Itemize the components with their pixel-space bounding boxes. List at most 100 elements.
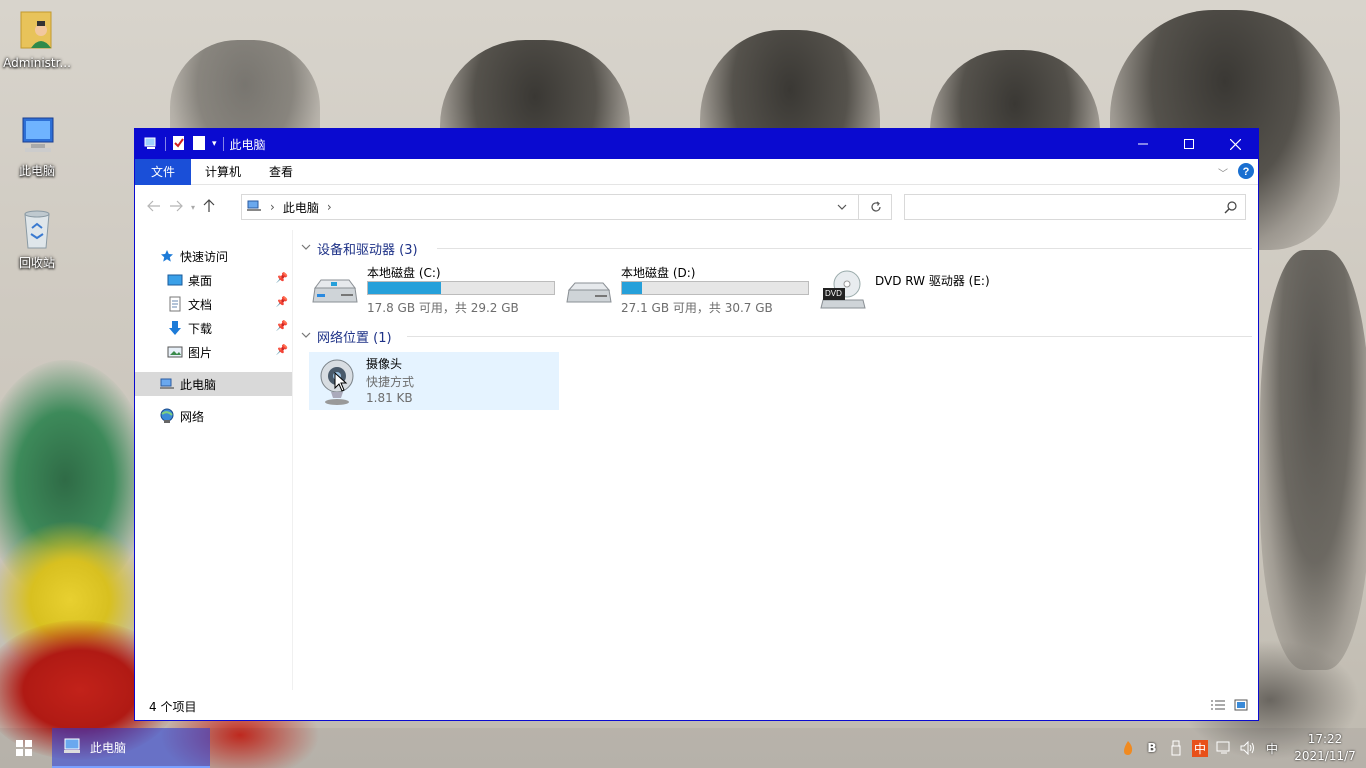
recent-locations-icon[interactable]: ▾ xyxy=(191,203,195,212)
breadcrumb-chevron-icon[interactable]: › xyxy=(327,200,332,214)
drive-space-info: 17.8 GB 可用，共 29.2 GB xyxy=(367,301,519,315)
close-button[interactable] xyxy=(1212,129,1258,159)
pin-icon[interactable]: 📌 xyxy=(276,297,288,308)
this-pc-address-icon xyxy=(246,199,262,216)
sidebar-item-label: 此电脑 xyxy=(180,377,217,392)
system-tray: B 中 中 17:22 2021/11/7 xyxy=(1116,728,1366,768)
drive-name: DVD RW 驱动器 (E:) xyxy=(875,274,990,288)
sidebar-item-quick-access[interactable]: 快速访问 xyxy=(135,244,292,268)
sidebar-item-pictures[interactable]: 图片 📌 xyxy=(135,340,292,364)
taskbar-app-label: 此电脑 xyxy=(90,740,127,755)
desktop-icon-user-folder[interactable]: Administr... xyxy=(0,8,74,70)
properties-icon[interactable] xyxy=(172,135,186,154)
start-button[interactable] xyxy=(0,728,48,768)
content-pane: 设备和驱动器 (3) 本地磁盘 (C:) 17.8 GB 可用，共 29.2 G… xyxy=(295,230,1258,690)
flame-icon[interactable] xyxy=(1116,740,1140,756)
separator xyxy=(222,137,224,151)
separator xyxy=(165,137,166,151)
help-icon[interactable]: ? xyxy=(1238,163,1254,182)
windows-logo-icon xyxy=(16,740,32,756)
desktop-icon-label: 此电脑 xyxy=(18,164,55,178)
expand-ribbon-icon[interactable]: ﹀ xyxy=(1218,165,1228,180)
maximize-button[interactable] xyxy=(1166,129,1212,159)
this-pc-small-icon[interactable] xyxy=(143,135,159,154)
address-dropdown-icon[interactable] xyxy=(837,200,847,214)
dvd-badge: DVD xyxy=(825,289,842,298)
volume-icon[interactable] xyxy=(1236,741,1260,755)
item-type: 快捷方式 xyxy=(366,375,415,389)
pin-icon[interactable]: 📌 xyxy=(276,321,288,332)
pin-icon[interactable]: 📌 xyxy=(276,273,288,284)
desktop-icon-label: 回收站 xyxy=(18,256,55,270)
up-button[interactable] xyxy=(203,198,215,216)
desktop-icon-label: Administr... xyxy=(3,56,71,70)
forward-button[interactable] xyxy=(169,200,183,215)
customize-quick-access-icon[interactable]: ▾ xyxy=(212,139,217,149)
collapse-chevron-icon[interactable] xyxy=(301,331,311,342)
breadcrumb-chevron-icon[interactable]: › xyxy=(270,200,275,214)
large-icons-view-icon[interactable] xyxy=(1234,699,1248,714)
search-box[interactable] xyxy=(904,194,1246,220)
item-name: 摄像头 xyxy=(366,357,403,371)
pictures-icon xyxy=(167,344,183,360)
pin-icon[interactable]: 📌 xyxy=(276,345,288,356)
item-size: 1.81 KB xyxy=(366,391,413,405)
clock-date: 2021/11/7 xyxy=(1294,749,1356,763)
network-globe-icon xyxy=(159,408,175,424)
window-title: 此电脑 xyxy=(229,137,266,152)
address-bar[interactable]: › 此电脑 › xyxy=(241,194,892,220)
desktop-icon-recycle-bin[interactable]: 回收站 xyxy=(0,206,74,271)
details-view-icon[interactable] xyxy=(1210,699,1226,714)
input-language[interactable]: 中 xyxy=(1260,740,1284,757)
navigation-bar: ▾ › 此电脑 › xyxy=(135,185,1258,229)
sidebar-item-documents[interactable]: 文档 📌 xyxy=(135,292,292,316)
tab-view[interactable]: 查看 xyxy=(255,159,307,185)
sidebar-item-this-pc[interactable]: 此电脑 xyxy=(135,372,292,396)
minimize-button[interactable] xyxy=(1120,129,1166,159)
sidebar-item-label: 桌面 xyxy=(188,273,213,288)
group-header-devices[interactable]: 设备和驱动器 (3) xyxy=(301,239,418,258)
drive-c[interactable]: 本地磁盘 (C:) 17.8 GB 可用，共 29.2 GB xyxy=(311,264,561,318)
ribbon: 文件 计算机 查看 ﹀ ? xyxy=(135,158,1258,185)
sidebar-item-downloads[interactable]: 下载 📌 xyxy=(135,316,292,340)
tab-file[interactable]: 文件 xyxy=(135,158,191,185)
usb-device-icon[interactable] xyxy=(1164,740,1188,756)
sidebar-item-network[interactable]: 网络 xyxy=(135,404,292,428)
group-title: 设备和驱动器 (3) xyxy=(317,243,418,258)
tray-app-icon[interactable]: B xyxy=(1140,741,1164,755)
back-button[interactable] xyxy=(147,200,161,215)
drive-name: 本地磁盘 (C:) xyxy=(367,266,441,280)
group-header-network-locations[interactable]: 网络位置 (1) xyxy=(301,327,392,346)
collapse-chevron-icon[interactable] xyxy=(301,243,311,254)
network-status-icon[interactable] xyxy=(1212,741,1236,755)
title-bar[interactable]: ▾ 此电脑 xyxy=(135,129,1258,159)
search-input[interactable] xyxy=(905,195,1205,219)
download-arrow-icon xyxy=(167,320,183,336)
computer-icon xyxy=(159,376,175,392)
ime-indicator[interactable]: 中 xyxy=(1188,739,1212,757)
computer-icon xyxy=(62,737,82,758)
tab-computer[interactable]: 计算机 xyxy=(191,159,255,185)
clock[interactable]: 17:22 2021/11/7 xyxy=(1284,731,1366,765)
desktop-icon xyxy=(167,272,183,288)
refresh-button[interactable] xyxy=(858,194,892,220)
document-icon xyxy=(167,296,183,312)
taskbar-app-this-pc[interactable]: 此电脑 xyxy=(52,728,210,768)
desktop-icon-this-pc[interactable]: 此电脑 xyxy=(0,114,74,179)
drive-name: 本地磁盘 (D:) xyxy=(621,266,696,280)
user-folder-icon xyxy=(17,8,57,52)
sidebar-item-label: 图片 xyxy=(188,345,213,360)
search-icon[interactable] xyxy=(1224,201,1237,217)
hard-drive-windows-icon xyxy=(311,274,359,313)
star-icon xyxy=(159,248,175,264)
drive-e-dvd[interactable]: DVD DVD RW 驱动器 (E:) xyxy=(819,264,1039,318)
drive-usage-fill xyxy=(368,282,441,294)
breadcrumb-this-pc[interactable]: 此电脑 xyxy=(283,199,319,216)
dvd-drive-icon: DVD xyxy=(819,270,867,315)
new-folder-icon[interactable] xyxy=(192,135,206,154)
sidebar-item-desktop[interactable]: 桌面 📌 xyxy=(135,268,292,292)
drive-usage-bar xyxy=(621,281,809,295)
drive-space-info: 27.1 GB 可用，共 30.7 GB xyxy=(621,301,773,315)
drive-d[interactable]: 本地磁盘 (D:) 27.1 GB 可用，共 30.7 GB xyxy=(565,264,815,318)
network-item-webcam[interactable]: 摄像头 快捷方式 1.81 KB xyxy=(309,352,559,410)
